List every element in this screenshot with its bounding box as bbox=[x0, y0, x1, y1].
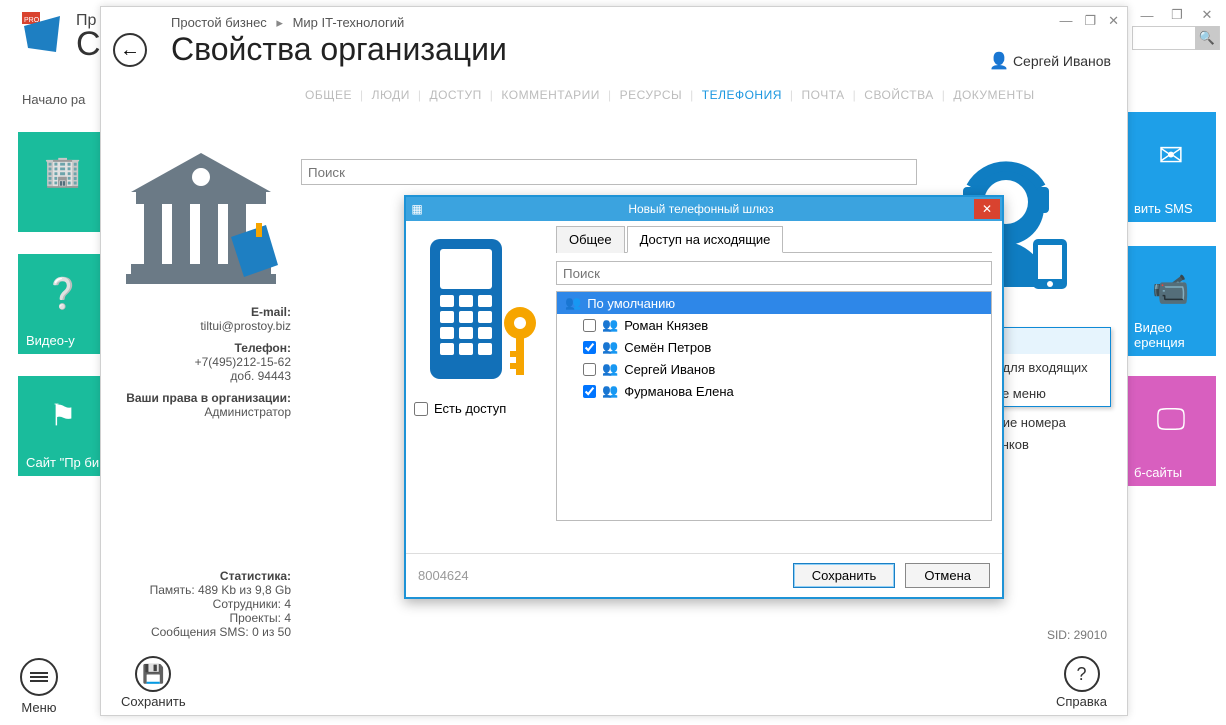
phone-key-illustration-icon bbox=[416, 233, 546, 393]
arrow-left-icon: ← bbox=[120, 39, 140, 62]
hamburger-icon bbox=[20, 658, 58, 696]
current-user[interactable]: 👤Сергей Иванов bbox=[989, 51, 1111, 71]
user-checkbox[interactable] bbox=[583, 385, 596, 398]
user-name: Сергей Иванов bbox=[624, 362, 715, 377]
telephony-search-input[interactable] bbox=[301, 159, 917, 185]
org-tab-доступ[interactable]: ДОСТУП bbox=[429, 88, 481, 102]
minimize-icon[interactable]: — bbox=[1138, 6, 1156, 24]
cancel-button[interactable]: Отмена bbox=[905, 563, 990, 588]
search-icon[interactable]: 🔍 bbox=[1195, 26, 1219, 50]
user-group-default[interactable]: 👥 По умолчанию bbox=[557, 292, 991, 314]
page-title: Свойства организации bbox=[171, 31, 1113, 68]
list-item[interactable]: 👥 Роман Князев bbox=[557, 314, 991, 336]
list-item[interactable]: 👥 Семён Петров bbox=[557, 336, 991, 358]
org-tab-телефония[interactable]: ТЕЛЕФОНИЯ bbox=[702, 88, 782, 102]
help-box-icon: ❔ bbox=[44, 277, 81, 312]
user-icon: 👥 bbox=[602, 317, 618, 333]
close-icon[interactable]: ✕ bbox=[1198, 6, 1216, 24]
org-tab-общее[interactable]: ОБЩЕЕ bbox=[305, 88, 352, 102]
org-tab-почта[interactable]: ПОЧТА bbox=[802, 88, 845, 102]
tile-send-sms[interactable]: вить SMS✉ bbox=[1126, 112, 1216, 222]
user-checkbox[interactable] bbox=[583, 363, 596, 376]
app-title: Пр С bbox=[76, 12, 101, 58]
dialog-tabs: Общее Доступ на исходящие bbox=[556, 225, 992, 253]
breadcrumb-current: Мир IT-технологий bbox=[293, 15, 405, 30]
has-access-checkbox[interactable]: Есть доступ bbox=[414, 401, 548, 416]
monitor-icon: 🖵 bbox=[1157, 403, 1186, 437]
org-info-panel: E-mail: tiltui@prostoy.biz Телефон: +7(4… bbox=[111, 147, 291, 639]
org-tab-ресурсы[interactable]: РЕСУРСЫ bbox=[620, 88, 683, 102]
org-tab-люди[interactable]: ЛЮДИ bbox=[372, 88, 410, 102]
tile-video-lessons[interactable]: Видео-у❔ bbox=[18, 254, 108, 354]
user-name: Роман Князев bbox=[624, 318, 708, 333]
back-button[interactable]: ← bbox=[113, 33, 147, 67]
dialog-icon: ▦ bbox=[406, 202, 428, 216]
tile-site[interactable]: Сайт "Пр би⚑ bbox=[18, 376, 108, 476]
bank-illustration-icon bbox=[116, 147, 286, 297]
user-name: Фурманова Елена bbox=[624, 384, 734, 399]
dialog-close-button[interactable]: ✕ bbox=[974, 199, 1000, 219]
user-name: Семён Петров bbox=[624, 340, 711, 355]
has-access-input[interactable] bbox=[414, 402, 428, 416]
org-sid: SID: 29010 bbox=[1047, 628, 1107, 642]
org-tab-документы[interactable]: ДОКУМЕНТЫ bbox=[953, 88, 1034, 102]
org-tab-свойства[interactable]: СВОЙСТВА bbox=[864, 88, 933, 102]
org-tabs: ОБЩЕЕ|ЛЮДИ|ДОСТУП|КОММЕНТАРИИ|РЕСУРСЫ|ТЕ… bbox=[301, 88, 1127, 102]
dialog-id: 8004624 bbox=[418, 568, 469, 583]
help-icon: ? bbox=[1064, 656, 1100, 692]
app-logo-icon: PRO bbox=[20, 10, 66, 56]
tile-unknown-1[interactable]: 🏢 bbox=[18, 132, 108, 232]
new-gateway-dialog: ▦ Новый телефонный шлюз ✕ bbox=[404, 195, 1004, 599]
sms-icon: ✉ bbox=[1158, 139, 1183, 174]
building-icon: 🏢 bbox=[44, 155, 81, 190]
user-icon: 👥 bbox=[602, 383, 618, 399]
list-item[interactable]: 👥 Фурманова Елена bbox=[557, 380, 991, 402]
global-search[interactable]: 🔍 bbox=[1132, 26, 1220, 50]
dialog-search-input[interactable] bbox=[556, 261, 992, 285]
footer-help-button[interactable]: ? Справка bbox=[1056, 656, 1107, 709]
tab-general[interactable]: Общее bbox=[556, 226, 625, 253]
breadcrumb: Простой бизнес ▸ Мир IT-технологий bbox=[171, 15, 1113, 31]
org-tab-комментарии[interactable]: КОММЕНТАРИИ bbox=[501, 88, 600, 102]
user-icon: 👤 bbox=[989, 53, 1009, 70]
start-label: Начало ра bbox=[22, 92, 85, 107]
dialog-titlebar: ▦ Новый телефонный шлюз ✕ bbox=[406, 197, 1002, 221]
group-icon: 👥 bbox=[565, 295, 581, 311]
list-item[interactable]: 👥 Сергей Иванов bbox=[557, 358, 991, 380]
user-icon: 👥 bbox=[602, 339, 618, 355]
save-icon: 💾 bbox=[135, 656, 171, 692]
tile-video-conf[interactable]: Видео еренция📹 bbox=[1126, 246, 1216, 356]
user-icon: 👥 bbox=[602, 361, 618, 377]
breadcrumb-root[interactable]: Простой бизнес bbox=[171, 15, 267, 30]
svg-text:PRO: PRO bbox=[24, 17, 40, 24]
main-menu-button[interactable]: Меню bbox=[20, 658, 58, 715]
flag-icon: ⚑ bbox=[50, 399, 77, 434]
camera-icon: 📹 bbox=[1152, 273, 1189, 308]
tab-outgoing-access[interactable]: Доступ на исходящие bbox=[627, 226, 784, 253]
save-button[interactable]: Сохранить bbox=[793, 563, 896, 588]
maximize-icon[interactable]: ❐ bbox=[1168, 6, 1186, 24]
footer-save-button[interactable]: 💾 Сохранить bbox=[121, 656, 186, 709]
user-access-list[interactable]: 👥 По умолчанию 👥 Роман Князев 👥 Семён Петро… bbox=[556, 291, 992, 521]
user-checkbox[interactable] bbox=[583, 341, 596, 354]
dialog-title: Новый телефонный шлюз bbox=[428, 202, 974, 216]
tile-sites[interactable]: б-сайты🖵 bbox=[1126, 376, 1216, 486]
user-checkbox[interactable] bbox=[583, 319, 596, 332]
